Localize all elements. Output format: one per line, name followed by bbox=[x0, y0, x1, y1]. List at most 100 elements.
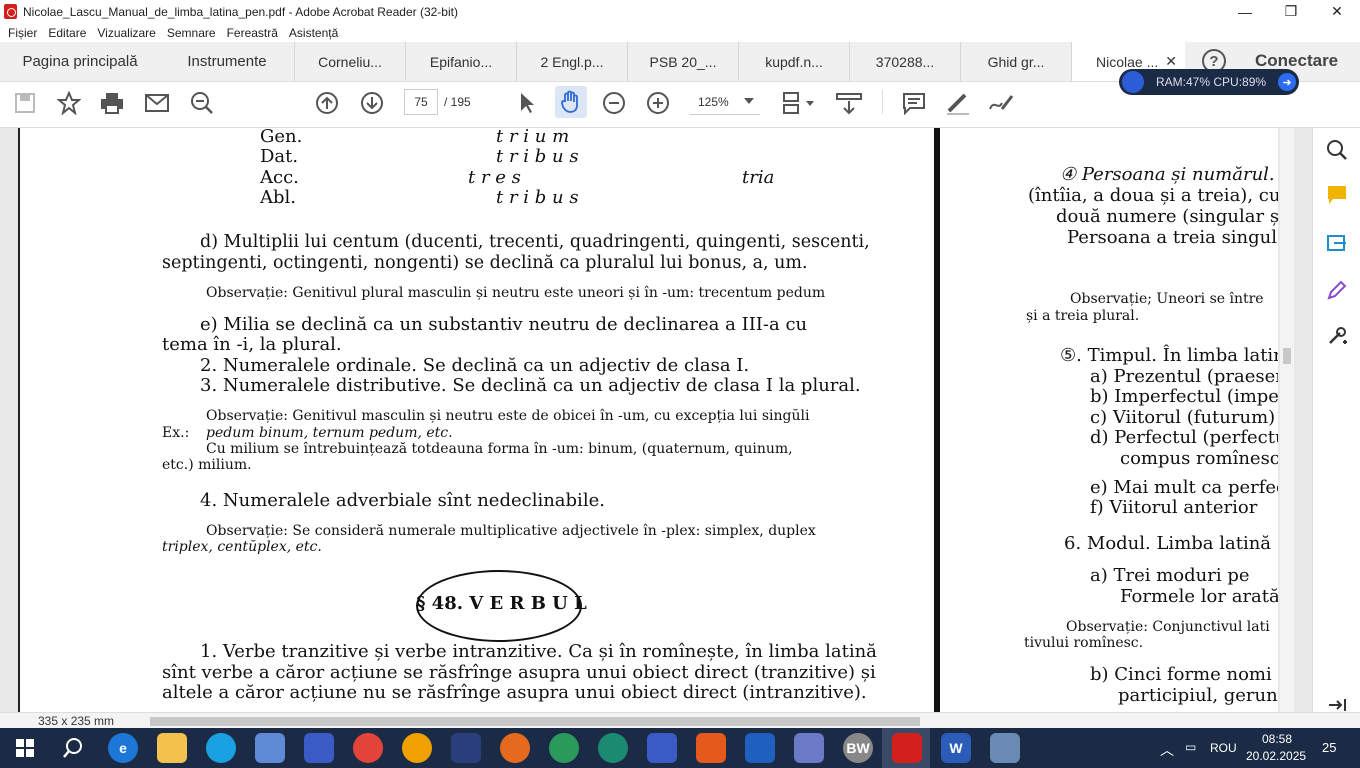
right-line: a) Prezentul (praesen bbox=[1090, 366, 1278, 387]
observation-2-line4: etc.) milium. bbox=[162, 457, 252, 473]
language-indicator[interactable]: ROU bbox=[1210, 741, 1237, 755]
menu-sign[interactable]: Semnare bbox=[167, 26, 216, 40]
right-line: a) Trei moduri pe bbox=[1090, 565, 1250, 586]
edit-pdf-icon[interactable] bbox=[1325, 278, 1349, 302]
sign-icon[interactable] bbox=[987, 88, 1017, 118]
toolbar-divider bbox=[882, 90, 883, 114]
menu-window[interactable]: Fereastră bbox=[227, 26, 278, 40]
media-player-icon[interactable] bbox=[255, 733, 285, 763]
tab-document[interactable]: Corneliu... bbox=[294, 42, 405, 81]
table-value: t r i b u s bbox=[496, 146, 579, 167]
search-zoom-icon[interactable] bbox=[1325, 138, 1349, 162]
paragraph-e-line1: e) Milia se declină ca un substantiv neu… bbox=[200, 314, 808, 335]
menu-bar: Fișier Editare Vizualizare Semnare Ferea… bbox=[0, 23, 1360, 42]
start-windows-icon[interactable] bbox=[10, 733, 40, 763]
right-line: b) Cinci forme nomi bbox=[1090, 664, 1272, 685]
app-window-icon[interactable] bbox=[451, 733, 481, 763]
page-number-input[interactable]: 75 bbox=[404, 89, 438, 115]
tab-close-icon[interactable]: ✕ bbox=[1165, 53, 1177, 70]
export-pdf-icon[interactable] bbox=[1325, 231, 1349, 255]
paragraph-d-line2: septingenti, octingenti, nongenti) se de… bbox=[162, 253, 808, 273]
monitor-text: RAM:47% CPU:89% bbox=[1156, 75, 1267, 89]
observation-2-ex: Ex.: bbox=[162, 425, 190, 441]
zoom-out-icon[interactable] bbox=[599, 88, 629, 118]
menu-edit[interactable]: Editare bbox=[48, 26, 86, 40]
edge-icon[interactable] bbox=[206, 733, 236, 763]
vertical-scrollbar[interactable] bbox=[1280, 128, 1294, 712]
close-window-button[interactable]: ✕ bbox=[1314, 0, 1360, 23]
clock-date[interactable]: 20.02.2025 bbox=[1246, 749, 1306, 763]
email-icon[interactable] bbox=[142, 88, 172, 118]
maximize-button[interactable]: ❐ bbox=[1268, 0, 1314, 23]
app-screen-icon[interactable] bbox=[990, 733, 1020, 763]
print-icon[interactable] bbox=[97, 88, 127, 118]
highlight-pen-icon[interactable] bbox=[943, 88, 973, 118]
table-label: Gen. bbox=[260, 128, 303, 147]
bookmark-star-icon[interactable] bbox=[54, 88, 84, 118]
select-cursor-icon[interactable] bbox=[512, 88, 542, 118]
search-icon[interactable] bbox=[58, 733, 88, 763]
save-app-icon[interactable] bbox=[304, 733, 334, 763]
right-line: două numere (singular și plu bbox=[1056, 206, 1278, 227]
zoom-search-icon[interactable] bbox=[187, 88, 217, 118]
connect-button[interactable]: Conectare bbox=[1255, 51, 1338, 71]
item-3: 3. Numeralele distributive. Se declină c… bbox=[200, 375, 861, 396]
arrow-right-icon[interactable]: ➜ bbox=[1278, 73, 1296, 91]
chevron-up-icon[interactable]: ︿ bbox=[1160, 740, 1174, 760]
network-icon[interactable]: ▭ bbox=[1185, 740, 1196, 754]
right-line: compus romînesc; bbox=[1120, 448, 1278, 469]
menu-file[interactable]: Fișier bbox=[8, 26, 37, 40]
table-value: t r i b u s bbox=[496, 187, 579, 208]
chrome-icon[interactable] bbox=[353, 733, 383, 763]
right-line: Formele lor arată p bbox=[1120, 586, 1278, 607]
file-explorer-icon[interactable] bbox=[157, 733, 187, 763]
right-line: tivului romînesc. bbox=[1024, 635, 1144, 651]
vertical-scroll-thumb[interactable] bbox=[1283, 348, 1291, 364]
previous-page-icon[interactable] bbox=[312, 88, 342, 118]
globe-app-icon[interactable] bbox=[549, 733, 579, 763]
page-layout-icon[interactable] bbox=[780, 88, 816, 118]
tab-tools[interactable]: Instrumente bbox=[160, 42, 294, 81]
observation-2-line3: Cu milium se întrebuințează totdeauna fo… bbox=[206, 441, 793, 457]
save-icon[interactable] bbox=[10, 88, 40, 118]
tab-document[interactable]: 370288... bbox=[849, 42, 960, 81]
more-tools-icon[interactable] bbox=[1325, 324, 1349, 348]
document-viewport[interactable]: Gen. t r i u m Dat. t r i b u s Acc. t r… bbox=[0, 128, 1312, 712]
title-bar: Nicolae_Lascu_Manual_de_limba_latina_pen… bbox=[0, 0, 1360, 23]
tab-document[interactable]: Ghid gr... bbox=[960, 42, 1071, 81]
observation-2-line1: Observație: Genitivul masculin și neutru… bbox=[206, 408, 810, 424]
zoom-in-icon[interactable] bbox=[643, 88, 673, 118]
zoom-select[interactable]: 125% bbox=[690, 89, 760, 115]
internet-explorer-icon[interactable]: e bbox=[108, 733, 138, 763]
observation-3-line2: triplex, centŭplex, etc. bbox=[162, 539, 322, 555]
tab-document[interactable]: PSB 20_... bbox=[627, 42, 738, 81]
app-teal-icon[interactable] bbox=[598, 733, 628, 763]
firefox-icon[interactable] bbox=[500, 733, 530, 763]
tab-home[interactable]: Pagina principală bbox=[0, 42, 160, 81]
scroll-mode-icon[interactable] bbox=[834, 88, 864, 118]
horizontal-scroll-thumb[interactable] bbox=[150, 717, 920, 726]
word-icon[interactable]: W bbox=[941, 733, 971, 763]
tab-document[interactable]: Epifanio... bbox=[405, 42, 516, 81]
tab-document[interactable]: 2 Engl.p... bbox=[516, 42, 627, 81]
bw-app-icon[interactable]: BW bbox=[843, 733, 873, 763]
next-page-icon[interactable] bbox=[357, 88, 387, 118]
menu-view[interactable]: Vizualizare bbox=[97, 26, 155, 40]
right-line: ④ Persoana și numărul. C bbox=[1060, 164, 1278, 185]
app-blue-icon[interactable] bbox=[745, 733, 775, 763]
menu-help[interactable]: Asistență bbox=[289, 26, 338, 40]
brave-icon[interactable] bbox=[696, 733, 726, 763]
tab-document[interactable]: kupdf.n... bbox=[738, 42, 849, 81]
comment-pane-icon[interactable] bbox=[1325, 183, 1349, 207]
minimize-button[interactable]: — bbox=[1222, 0, 1268, 23]
hand-tool-icon[interactable] bbox=[555, 86, 587, 118]
acrobat-taskbar-icon[interactable] bbox=[892, 733, 922, 763]
notification-count[interactable]: 25 bbox=[1322, 740, 1336, 755]
app-purple-icon[interactable] bbox=[794, 733, 824, 763]
save-app-2-icon[interactable] bbox=[647, 733, 677, 763]
table-label: Dat. bbox=[260, 146, 299, 167]
system-monitor-widget[interactable]: RAM:47% CPU:89% ➜ bbox=[1119, 69, 1299, 95]
clock-time[interactable]: 08:58 bbox=[1262, 732, 1292, 746]
comment-icon[interactable] bbox=[899, 88, 929, 118]
app-orange-icon[interactable] bbox=[402, 733, 432, 763]
